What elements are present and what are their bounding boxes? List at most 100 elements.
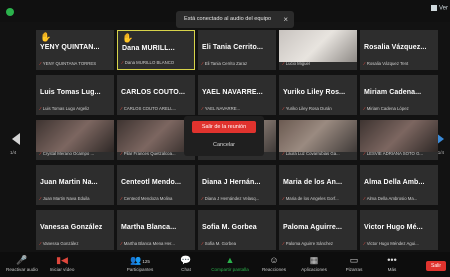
participant-video bbox=[36, 120, 114, 152]
participant-video bbox=[279, 30, 357, 62]
participant-label: ⁄ Centeotl Mendoza Molina bbox=[121, 196, 172, 201]
whiteboards-label: Pizarras bbox=[345, 267, 363, 272]
participant-tile[interactable]: Alma Della Amb... ⁄ Alma Della Ambrosio Ma… bbox=[360, 165, 438, 205]
participant-tile[interactable]: ⁄ Crystal Merano Ocampo ... bbox=[36, 120, 114, 160]
previous-page-icon[interactable] bbox=[12, 133, 20, 145]
participant-name: Yuriko Liley Ros... bbox=[283, 89, 346, 96]
muted-mic-icon: ⁄ bbox=[40, 151, 41, 156]
participant-tile[interactable]: CARLOS COUTO... ⁄ CARLOS COUTO ARELL... bbox=[117, 75, 195, 115]
participant-full-name: Juan Martin Nava Eduila bbox=[42, 196, 90, 201]
participant-label: ⁄ Crystal Merano Ocampo ... bbox=[40, 151, 94, 156]
chat-icon: 💬 bbox=[180, 255, 192, 265]
participant-name: Diana J Hernán... bbox=[202, 179, 261, 186]
audio-notice-toast: Está conectado al audio del equipo × bbox=[176, 11, 294, 28]
chat-button[interactable]: 💬 Chat bbox=[166, 254, 206, 272]
participant-label: ⁄ Paloma Aguirre Sánchez bbox=[283, 241, 333, 246]
more-icon: ••• bbox=[387, 255, 397, 265]
muted-mic-icon: ⁄ bbox=[364, 196, 365, 201]
participant-full-name: Alma Della Ambrosio Ma... bbox=[366, 196, 418, 201]
apps-label: Aplicaciones bbox=[301, 267, 327, 272]
muted-mic-icon: ⁄ bbox=[283, 196, 284, 201]
participant-name: Sofia M. Gorbea bbox=[202, 224, 257, 231]
whiteboard-icon: ▭ bbox=[349, 255, 359, 265]
participant-label: ⁄ Dana MURILLO BLANCO bbox=[122, 60, 174, 65]
participant-name: Vanessa González bbox=[40, 224, 103, 231]
participant-label: ⁄ Lucio Miguel bbox=[283, 61, 310, 66]
close-icon[interactable]: × bbox=[283, 11, 288, 28]
more-button[interactable]: ••• Más bbox=[372, 254, 412, 272]
participant-full-name: Centeotl Mendoza Molina bbox=[123, 196, 173, 201]
cancel-button[interactable]: Cancelar bbox=[192, 140, 256, 150]
participant-full-name: YAEL NAVARRE... bbox=[204, 106, 241, 111]
participant-full-name: Lucio Miguel bbox=[285, 61, 310, 66]
muted-mic-icon: ⁄ bbox=[364, 151, 365, 156]
unmute-button[interactable]: 🎤 Reactivar audio bbox=[2, 254, 42, 272]
participant-name: Juan Martin Na... bbox=[40, 179, 98, 186]
participant-full-name: Paloma Aguirre Sánchez bbox=[285, 241, 334, 246]
muted-mic-icon: ⁄ bbox=[283, 241, 284, 246]
whiteboards-button[interactable]: ▭ Pizarras bbox=[334, 254, 374, 272]
raised-hand-icon: ✋ bbox=[40, 32, 52, 42]
grid-view-icon bbox=[430, 5, 437, 11]
participants-button[interactable]: 👥125 Participantes bbox=[120, 254, 160, 272]
reactions-button[interactable]: ☺ Reacciones bbox=[254, 254, 294, 272]
chat-label: Chat bbox=[181, 267, 191, 272]
leave-meeting-menu: Salir de la reunión Cancelar bbox=[184, 116, 264, 156]
participant-tile[interactable]: ✋ Dana MURILL... ⁄ Dana MURILLO BLANCO bbox=[117, 30, 195, 70]
participant-tile[interactable]: Eli Tania Cerrito... ⁄ Eli Tania Cerrito Z… bbox=[198, 30, 276, 70]
apps-button[interactable]: ▦ Aplicaciones bbox=[294, 254, 334, 272]
participant-video bbox=[279, 120, 357, 152]
muted-mic-icon: ⁄ bbox=[202, 106, 203, 111]
participant-name: YAEL NAVARRE... bbox=[202, 89, 263, 96]
participant-name: Alma Della Amb... bbox=[364, 179, 425, 186]
participants-label: Participantes bbox=[126, 267, 154, 272]
participant-tile[interactable]: Rosalia Vázquez... ⁄ Rosalia Vázquez Tent bbox=[360, 30, 438, 70]
participant-tile[interactable]: Paloma Aguirre... ⁄ Paloma Aguirre Sánchez bbox=[279, 210, 357, 250]
leave-button[interactable]: Salir bbox=[426, 261, 446, 271]
participant-tile[interactable]: Maria de los An... ⁄ Maria de los Angeles … bbox=[279, 165, 357, 205]
participant-tile[interactable]: Miriam Cadena... ⁄ Miriam Cadena López bbox=[360, 75, 438, 115]
participant-tile[interactable]: ✋ YENY QUINTAN... ⁄ YENY QUINTANA TORRES bbox=[36, 30, 114, 70]
participant-full-name: Sofia M. Gorbea bbox=[204, 241, 237, 246]
participant-tile[interactable]: Luis Tomas Lug... ⁄ Luis Tomas Lugo Argeli… bbox=[36, 75, 114, 115]
share-screen-button[interactable]: ▲ Compartir pantalla bbox=[210, 254, 250, 272]
participant-tile[interactable]: Juan Martin Na... ⁄ Juan Martin Nava Eduil… bbox=[36, 165, 114, 205]
muted-mic-icon: ⁄ bbox=[121, 106, 122, 111]
participant-full-name: Yuriko Liley Rosa Durán bbox=[285, 106, 332, 111]
participant-tile[interactable]: ⁄ Lucio Miguel bbox=[279, 30, 357, 70]
start-video-button[interactable]: ▮◀ Iniciar vídeo bbox=[42, 254, 82, 272]
participant-tile[interactable]: Yuriko Liley Ros... ⁄ Yuriko Liley Rosa Du… bbox=[279, 75, 357, 115]
participant-tile[interactable]: Centeotl Mendo... ⁄ Centeotl Mendoza Molin… bbox=[117, 165, 195, 205]
security-shield-icon[interactable] bbox=[6, 8, 14, 16]
participant-tile[interactable]: ⁄ Laura Luz Covarrubias Ga... bbox=[279, 120, 357, 160]
participant-label: ⁄ Luis Tomas Lugo Argeliz bbox=[40, 106, 89, 111]
participant-full-name: Rosalia Vázquez Tent bbox=[366, 61, 409, 66]
participant-tile[interactable]: Martha Blanca... ⁄ Martha Blanca Mena Her.… bbox=[117, 210, 195, 250]
participants-count: 125 bbox=[142, 259, 150, 264]
apps-icon: ▦ bbox=[309, 255, 319, 265]
participant-label: ⁄ LESVIE ADRIANA SOTO G... bbox=[364, 151, 423, 156]
view-label: Ver bbox=[438, 5, 448, 12]
muted-mic-icon: ⁄ bbox=[364, 106, 365, 111]
participant-full-name: LESVIE ADRIANA SOTO G... bbox=[366, 151, 423, 156]
muted-mic-icon: ⁄ bbox=[40, 196, 41, 201]
participant-tile[interactable]: YAEL NAVARRE... ⁄ YAEL NAVARRE... bbox=[198, 75, 276, 115]
participant-full-name: Crystal Merano Ocampo ... bbox=[42, 151, 95, 156]
participant-full-name: Eli Tania Cerrito Zaraz bbox=[204, 61, 248, 66]
muted-mic-icon: ⁄ bbox=[202, 61, 203, 66]
participant-tile[interactable]: Sofia M. Gorbea ⁄ Sofia M. Gorbea bbox=[198, 210, 276, 250]
muted-mic-icon: ⁄ bbox=[283, 61, 284, 66]
participant-label: ⁄ Victor Hugo Méndez Agui... bbox=[364, 241, 419, 246]
start-video-label: Iniciar vídeo bbox=[49, 267, 75, 272]
view-button[interactable]: Ver bbox=[430, 5, 448, 12]
participant-tile[interactable]: Vanessa González ⁄ Vanessa González bbox=[36, 210, 114, 250]
leave-meeting-button[interactable]: Salir de la reunión bbox=[192, 121, 256, 133]
muted-mic-icon: ⁄ bbox=[202, 196, 203, 201]
participant-full-name: Diana J Hernández Velasq... bbox=[204, 196, 260, 201]
participant-label: ⁄ Vanessa González bbox=[40, 241, 78, 246]
participant-name: Maria de los An... bbox=[283, 179, 343, 186]
participant-tile[interactable]: Diana J Hernán... ⁄ Diana J Hernández Vela… bbox=[198, 165, 276, 205]
participant-tile[interactable]: ⁄ LESVIE ADRIANA SOTO G... bbox=[360, 120, 438, 160]
participant-tile[interactable]: Victor Hugo Mé... ⁄ Victor Hugo Méndez Agu… bbox=[360, 210, 438, 250]
participant-name: Eli Tania Cerrito... bbox=[202, 44, 263, 51]
